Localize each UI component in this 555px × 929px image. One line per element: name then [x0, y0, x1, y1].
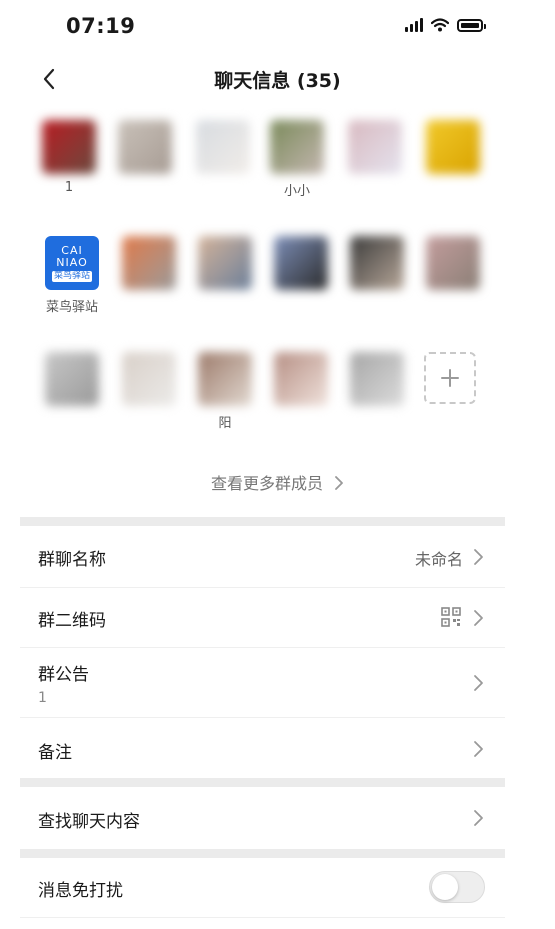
status-icons: [405, 18, 486, 32]
chevron-right-icon: [335, 476, 343, 490]
group-name-value: 未命名: [414, 550, 463, 569]
member-avatar[interactable]: [272, 236, 330, 296]
qrcode-icon: [441, 607, 461, 627]
section-divider: [20, 517, 505, 526]
member-grid: 1 小小 CAI NIAO 菜鸟驿站 菜鸟驿站 阳: [0, 110, 555, 450]
page-title: 聊天信息 (35): [214, 70, 341, 92]
member-avatar[interactable]: [272, 352, 330, 412]
member-avatar[interactable]: 1: [40, 120, 98, 195]
member-avatar[interactable]: [346, 120, 404, 180]
search-history-label: 查找聊天内容: [38, 812, 140, 832]
avatar: [198, 236, 252, 290]
wifi-icon: [431, 18, 449, 32]
add-member-button[interactable]: [424, 352, 482, 404]
group-name-row[interactable]: 群聊名称 未命名: [20, 526, 505, 588]
member-avatar[interactable]: [194, 120, 252, 180]
chevron-right-icon: [474, 741, 483, 757]
avatar: [45, 352, 99, 406]
announcement-label: 群公告: [38, 665, 89, 685]
avatar: [350, 352, 404, 406]
member-avatar[interactable]: [348, 236, 406, 296]
member-avatar[interactable]: [116, 120, 174, 180]
plus-icon: [441, 369, 459, 387]
avatar: [350, 236, 404, 290]
member-avatar[interactable]: [43, 352, 101, 412]
view-more-members[interactable]: 查看更多群成员: [0, 470, 555, 494]
announcement-row[interactable]: 群公告 1: [20, 648, 505, 718]
qr-code-label: 群二维码: [38, 611, 106, 631]
view-more-label: 查看更多群成员: [210, 474, 323, 493]
chevron-right-icon: [474, 675, 483, 691]
member-name: 1: [64, 180, 74, 195]
search-history-row[interactable]: 查找聊天内容: [20, 787, 505, 849]
member-name: 菜鸟驿站: [45, 300, 98, 315]
chevron-right-icon: [474, 549, 483, 565]
status-time: 07:19: [66, 14, 136, 38]
logo-text: CAI: [61, 243, 83, 257]
qr-code-row[interactable]: 群二维码: [20, 588, 505, 648]
mute-row: 消息免打扰: [20, 858, 505, 918]
status-bar: 07:19: [0, 0, 555, 56]
member-avatar[interactable]: [424, 236, 482, 296]
member-avatar[interactable]: CAI NIAO 菜鸟驿站 菜鸟驿站: [43, 236, 101, 315]
member-avatar[interactable]: [424, 120, 482, 180]
section-divider: [20, 849, 505, 858]
remark-row[interactable]: 备注: [20, 718, 505, 778]
logo-text: NIAO: [56, 255, 88, 269]
signal-icon: [405, 18, 423, 32]
battery-icon: [457, 18, 486, 32]
avatar: [348, 120, 402, 174]
member-avatar[interactable]: 阳: [196, 352, 254, 431]
member-avatar[interactable]: [348, 352, 406, 412]
avatar: [198, 352, 252, 406]
remark-label: 备注: [38, 743, 72, 763]
logo-text: 菜鸟驿站: [51, 270, 92, 282]
section-divider: [20, 778, 505, 787]
chevron-right-icon: [474, 810, 483, 826]
mute-label: 消息免打扰: [38, 881, 123, 901]
toggle-knob: [432, 874, 458, 900]
avatar: [118, 120, 172, 174]
member-avatar[interactable]: [120, 352, 178, 412]
avatar: [426, 120, 480, 174]
member-avatar[interactable]: [196, 236, 254, 296]
cainiao-logo: CAI NIAO 菜鸟驿站: [45, 236, 99, 290]
avatar: [42, 120, 96, 174]
member-name: 阳: [218, 416, 232, 431]
avatar: [274, 236, 328, 290]
avatar: [122, 236, 176, 290]
avatar: [270, 120, 324, 174]
announcement-content: 1: [38, 690, 47, 706]
add-member-box: [424, 352, 476, 404]
avatar: [426, 236, 480, 290]
member-name: 小小: [283, 184, 310, 199]
mute-toggle[interactable]: [429, 871, 485, 903]
member-avatar[interactable]: [120, 236, 178, 296]
avatar: [274, 352, 328, 406]
member-avatar[interactable]: 小小: [268, 120, 326, 199]
nav-bar: 聊天信息 (35): [0, 56, 555, 102]
avatar: [196, 120, 250, 174]
group-name-label: 群聊名称: [38, 550, 106, 570]
avatar: [122, 352, 176, 406]
chevron-right-icon: [474, 610, 483, 626]
